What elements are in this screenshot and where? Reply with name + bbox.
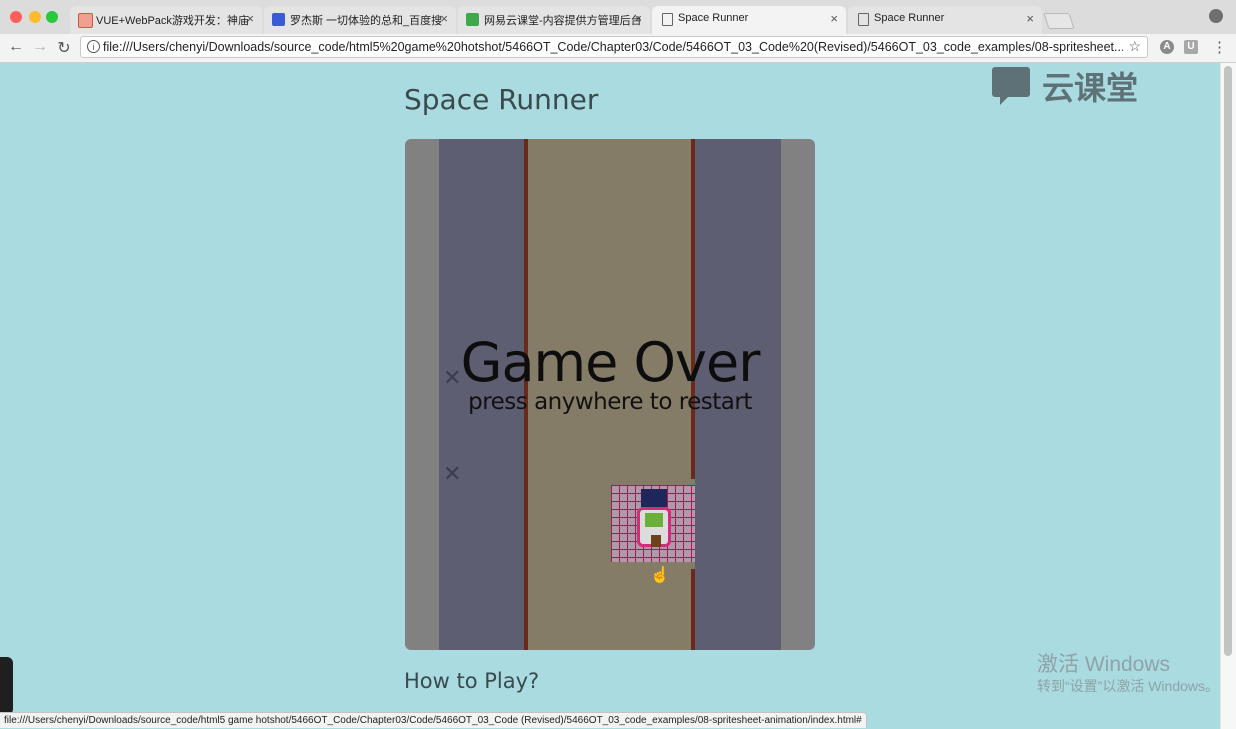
tab-close-icon[interactable]: ×: [634, 11, 642, 26]
baidu-paw-icon: [272, 13, 285, 26]
activation-watermark-title: 激活 Windows: [1037, 653, 1171, 676]
tab-netease-admin[interactable]: 网易云课堂-内容提供方管理后台 ×: [458, 6, 650, 34]
green-folder-icon: [466, 13, 479, 26]
orange-square-icon: [78, 13, 93, 28]
logo-text: 云课堂: [1042, 69, 1139, 107]
tab-strip: VUE+WebPack游戏开发：神庙 × 罗杰斯 一切体验的总和_百度搜 × 网…: [0, 0, 1236, 34]
tab-close-icon[interactable]: ×: [440, 11, 448, 26]
extension-u-icon[interactable]: U: [1184, 40, 1198, 54]
sprite-head: [641, 489, 667, 507]
hand-cursor-icon: ☝: [650, 567, 670, 584]
info-icon[interactable]: i: [87, 40, 100, 53]
tab-space-runner[interactable]: Space Runner ×: [848, 6, 1042, 34]
tab-close-icon[interactable]: ×: [830, 11, 838, 26]
tab-title: 罗杰斯 一切体验的总和_百度搜: [290, 15, 443, 27]
document-icon: [858, 13, 869, 26]
url-text[interactable]: file:///Users/chenyi/Downloads/source_co…: [103, 40, 1123, 54]
tab-close-icon[interactable]: ×: [246, 11, 254, 26]
menu-icon[interactable]: ⋮: [1212, 38, 1227, 56]
tab-title: Space Runner: [874, 12, 945, 24]
extension-a-icon[interactable]: A: [1160, 40, 1174, 54]
sprite-shirt: [645, 513, 663, 527]
address-bar[interactable]: i file:///Users/chenyi/Downloads/source_…: [80, 36, 1148, 58]
tab-title: Space Runner: [678, 12, 749, 24]
crack-icon: ✕: [443, 461, 462, 486]
status-bar-url: file:///Users/chenyi/Downloads/source_co…: [0, 712, 867, 728]
scrollbar-thumb[interactable]: [1224, 66, 1232, 656]
logo-chat-icon: [992, 67, 1030, 105]
window-maximize-button[interactable]: [46, 11, 58, 23]
new-tab-button[interactable]: [1043, 13, 1075, 29]
window-minimize-button[interactable]: [29, 11, 41, 23]
tab-baidu-search[interactable]: 罗杰斯 一切体验的总和_百度搜 ×: [264, 6, 456, 34]
runner-sprite: [611, 485, 695, 562]
window-close-button[interactable]: [10, 11, 22, 23]
tab-title: VUE+WebPack游戏开发：神庙: [96, 15, 249, 27]
document-icon: [662, 13, 673, 26]
profile-icon[interactable]: [1209, 9, 1223, 23]
tab-title: 网易云课堂-内容提供方管理后台: [484, 15, 642, 27]
tab-close-icon[interactable]: ×: [1026, 11, 1034, 26]
how-to-play-heading: How to Play?: [404, 669, 540, 693]
restart-hint: press anywhere to restart: [468, 389, 752, 415]
bookmark-star-icon[interactable]: ☆: [1128, 38, 1141, 55]
reload-icon[interactable]: ↻: [55, 38, 73, 58]
game-canvas[interactable]: ✕ ✕ Game Over press anywhere to restart …: [405, 139, 815, 650]
forward-icon[interactable]: →: [31, 38, 49, 56]
tab-vue-webpack[interactable]: VUE+WebPack游戏开发：神庙 ×: [70, 6, 262, 34]
browser-toolbar: ← → ↻ i file:///Users/chenyi/Downloads/s…: [0, 34, 1236, 63]
back-icon[interactable]: ←: [7, 38, 25, 56]
game-over-title: Game Over: [460, 331, 761, 394]
tab-space-runner-active[interactable]: Space Runner ×: [652, 6, 846, 34]
side-widget[interactable]: [0, 657, 13, 715]
activation-watermark-subtitle: 转到“设置”以激活 Windows。: [1037, 678, 1220, 694]
vertical-scrollbar[interactable]: [1220, 63, 1236, 729]
sprite-legs: [651, 535, 661, 547]
page-title: Space Runner: [404, 83, 599, 116]
page-viewport: Space Runner 云课堂 ✕ ✕ Game Over press any…: [0, 63, 1220, 729]
